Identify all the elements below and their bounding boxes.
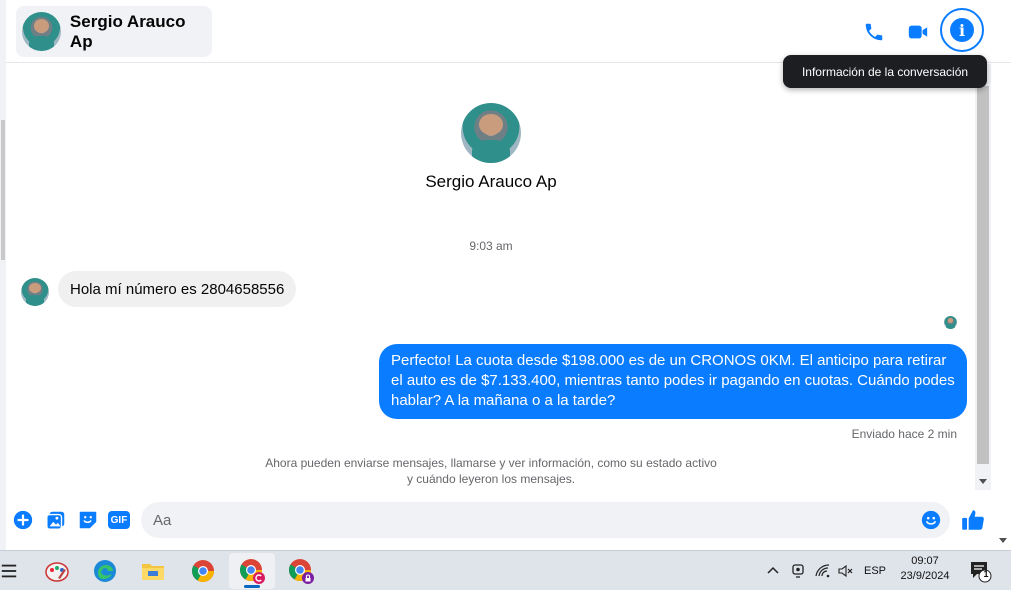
chrome-icon <box>192 560 214 582</box>
page-scroll-down-arrow[interactable] <box>999 538 1007 543</box>
conversation-info-button[interactable]: i <box>940 8 984 52</box>
attach-photo-button[interactable] <box>44 508 68 532</box>
edge-icon <box>94 560 116 582</box>
file-explorer-icon <box>142 564 164 580</box>
clock-time: 09:07 <box>911 555 939 567</box>
contact-name: Sergio Arauco Ap <box>69 11 186 51</box>
info-icon: i <box>950 18 974 42</box>
notification-count: 1 <box>983 569 989 579</box>
notification-center-button[interactable]: 1 <box>968 559 992 583</box>
send-like-button[interactable] <box>960 507 986 533</box>
profile-avatar[interactable] <box>461 103 521 163</box>
taskbar-chrome-profile-lock[interactable] <box>278 553 324 589</box>
seen-indicator-avatar <box>944 316 957 329</box>
taskbar-file-explorer[interactable] <box>130 553 176 589</box>
message-timestamp: 9:03 am <box>469 239 513 253</box>
phone-icon <box>865 23 883 41</box>
windows-taskbar: ESP 09:07 23/9/2024 1 <box>0 550 1011 590</box>
chevron-up-icon <box>767 566 779 574</box>
tray-volume[interactable] <box>835 551 857 591</box>
privacy-note: Ahora pueden enviarse mensajes, llamarse… <box>265 456 717 486</box>
paint-icon <box>45 562 69 582</box>
taskbar-paint[interactable] <box>34 553 80 589</box>
taskbar-chrome-profile-c[interactable] <box>229 553 275 589</box>
sticker-button[interactable] <box>76 508 100 532</box>
emoji-button[interactable] <box>920 509 942 531</box>
avatar <box>22 12 61 51</box>
message-composer: GIF <box>6 497 1011 543</box>
webcam-icon <box>792 564 804 578</box>
thread-scrollbar-thumb[interactable] <box>977 86 989 464</box>
thumbs-up-icon <box>962 510 984 530</box>
audio-call-button[interactable] <box>856 14 892 50</box>
outgoing-message[interactable]: Perfecto! La cuota desde $198.000 es de … <box>379 344 967 419</box>
gallery-icon <box>46 511 65 530</box>
emoji-icon <box>921 510 941 530</box>
sticker-icon <box>79 511 97 529</box>
tray-chevron-button[interactable] <box>762 551 784 591</box>
tray-wifi[interactable] <box>812 551 834 591</box>
volume-muted-icon <box>838 564 853 578</box>
video-call-button[interactable] <box>900 14 936 50</box>
messenger-window: Sergio Arauco Ap i Información de la con… <box>0 0 1011 550</box>
task-view-icon <box>1 564 17 578</box>
contact-chip[interactable]: Sergio Arauco Ap <box>16 6 212 57</box>
incoming-message[interactable]: Hola mí número es 2804658556 <box>58 271 297 307</box>
conversation-header: Sergio Arauco Ap i <box>6 0 1011 63</box>
clock-date: 23/9/2024 <box>900 570 950 582</box>
taskbar-edge[interactable] <box>82 553 128 589</box>
thread-scrollbar[interactable] <box>975 64 991 490</box>
left-scrollbar-thumb[interactable] <box>1 120 5 260</box>
sent-status: Enviado hace 2 min <box>851 427 957 441</box>
taskbar-clock[interactable]: 09:07 23/9/2024 <box>885 554 965 584</box>
taskbar-chrome[interactable] <box>180 553 226 589</box>
chrome-profile-lock-icon <box>289 559 314 584</box>
message-input[interactable] <box>141 502 950 538</box>
gif-icon: GIF <box>108 511 130 529</box>
tooltip: Información de la conversación <box>783 55 987 88</box>
video-camera-icon <box>908 25 928 39</box>
sender-avatar[interactable] <box>21 278 49 306</box>
message-thread: Sergio Arauco Ap 9:03 am Hola mí número … <box>6 64 991 490</box>
scroll-down-arrow[interactable] <box>979 479 987 484</box>
plus-icon <box>13 510 33 530</box>
gif-button[interactable]: GIF <box>107 508 131 532</box>
profile-name: Sergio Arauco Ap <box>425 172 557 191</box>
tray-meet-now[interactable] <box>787 551 809 591</box>
task-view-button[interactable] <box>0 553 32 589</box>
wifi-icon <box>815 564 830 578</box>
chrome-profile-c-icon <box>240 559 265 584</box>
more-actions-button[interactable] <box>11 508 35 532</box>
